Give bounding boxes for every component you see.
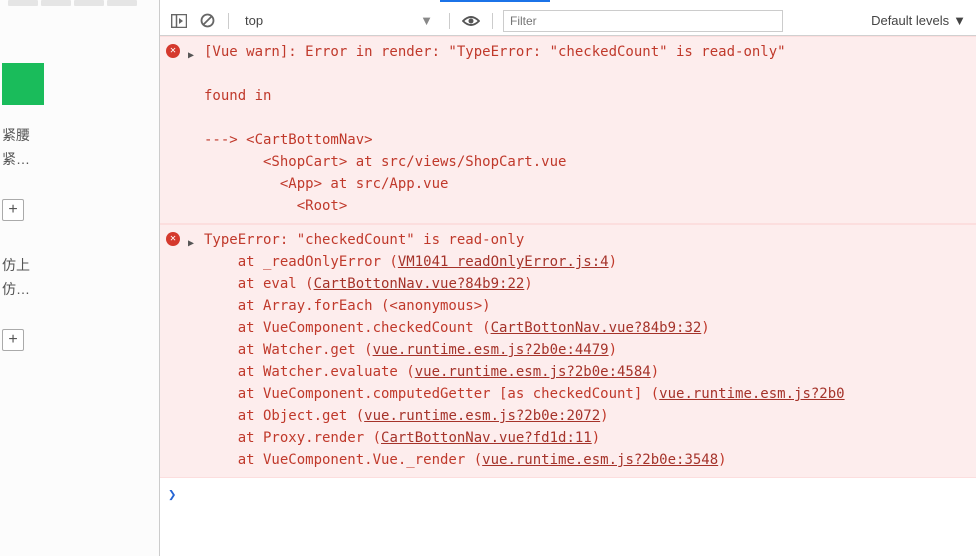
- left-text-block-1: 紧腰 紧…: [0, 105, 159, 189]
- divider: [449, 13, 450, 29]
- chevron-down-icon: ▼: [953, 13, 966, 28]
- context-selector[interactable]: top ▼: [239, 13, 439, 28]
- error-icon: ✕: [166, 44, 180, 58]
- source-link[interactable]: CartBottonNav.vue?fd1d:11: [381, 430, 592, 446]
- filter-input[interactable]: [503, 10, 783, 32]
- left-text-block-2: 仿上 仿…: [0, 235, 159, 319]
- add-button[interactable]: +: [2, 329, 24, 351]
- context-value: top: [245, 13, 263, 28]
- live-expression-icon[interactable]: [460, 10, 482, 32]
- source-link[interactable]: VM1041 readOnlyError.js:4: [398, 254, 609, 270]
- source-link[interactable]: vue.runtime.esm.js?2b0e:3548: [482, 452, 718, 468]
- left-tab-seg: [107, 0, 137, 6]
- clear-console-icon[interactable]: [196, 10, 218, 32]
- left-text: 仿…: [2, 279, 157, 299]
- active-tab-underline: [440, 0, 550, 2]
- source-link[interactable]: vue.runtime.esm.js?2b0: [659, 386, 844, 402]
- source-link[interactable]: CartBottonNav.vue?84b9:32: [491, 320, 702, 336]
- left-sidebar: 紧腰 紧… + 仿上 仿… +: [0, 0, 160, 556]
- console-error[interactable]: ✕ ▶ TypeError: "checkedCount" is read-on…: [160, 224, 976, 478]
- console-error[interactable]: ✕ ▶ [Vue warn]: Error in render: "TypeEr…: [160, 36, 976, 224]
- left-tabs: [0, 0, 159, 8]
- left-text: 紧…: [2, 149, 157, 169]
- left-tab-seg: [41, 0, 71, 6]
- console-messages: ✕ ▶ [Vue warn]: Error in render: "TypeEr…: [160, 36, 976, 556]
- devtools-panel: top ▼ Default levels ▼ ✕ ▶ [Vue warn]: E…: [160, 0, 976, 556]
- error-content: [Vue warn]: Error in render: "TypeError:…: [204, 41, 970, 217]
- toggle-sidebar-icon[interactable]: [168, 10, 190, 32]
- prompt-icon: ❯: [168, 484, 176, 506]
- source-link[interactable]: CartBottonNav.vue?84b9:22: [314, 276, 525, 292]
- divider: [492, 13, 493, 29]
- console-prompt[interactable]: ❯: [160, 478, 976, 512]
- left-tab-seg: [8, 0, 38, 6]
- expand-icon[interactable]: ▶: [186, 44, 196, 67]
- error-content: TypeError: "checkedCount" is read-only a…: [204, 229, 970, 471]
- source-link[interactable]: vue.runtime.esm.js?2b0e:4584: [415, 364, 651, 380]
- add-button[interactable]: +: [2, 199, 24, 221]
- green-swatch: [2, 63, 44, 105]
- log-levels-selector[interactable]: Default levels ▼: [871, 13, 968, 28]
- source-link[interactable]: vue.runtime.esm.js?2b0e:2072: [364, 408, 600, 424]
- left-text: 仿上: [2, 255, 157, 275]
- levels-label: Default levels: [871, 13, 949, 28]
- divider: [228, 13, 229, 29]
- left-text: 紧腰: [2, 125, 157, 145]
- source-link[interactable]: vue.runtime.esm.js?2b0e:4479: [373, 342, 609, 358]
- chevron-down-icon: ▼: [420, 13, 433, 28]
- left-tab-seg: [74, 0, 104, 6]
- error-icon: ✕: [166, 232, 180, 246]
- expand-icon[interactable]: ▶: [186, 232, 196, 255]
- console-toolbar: top ▼ Default levels ▼: [160, 6, 976, 36]
